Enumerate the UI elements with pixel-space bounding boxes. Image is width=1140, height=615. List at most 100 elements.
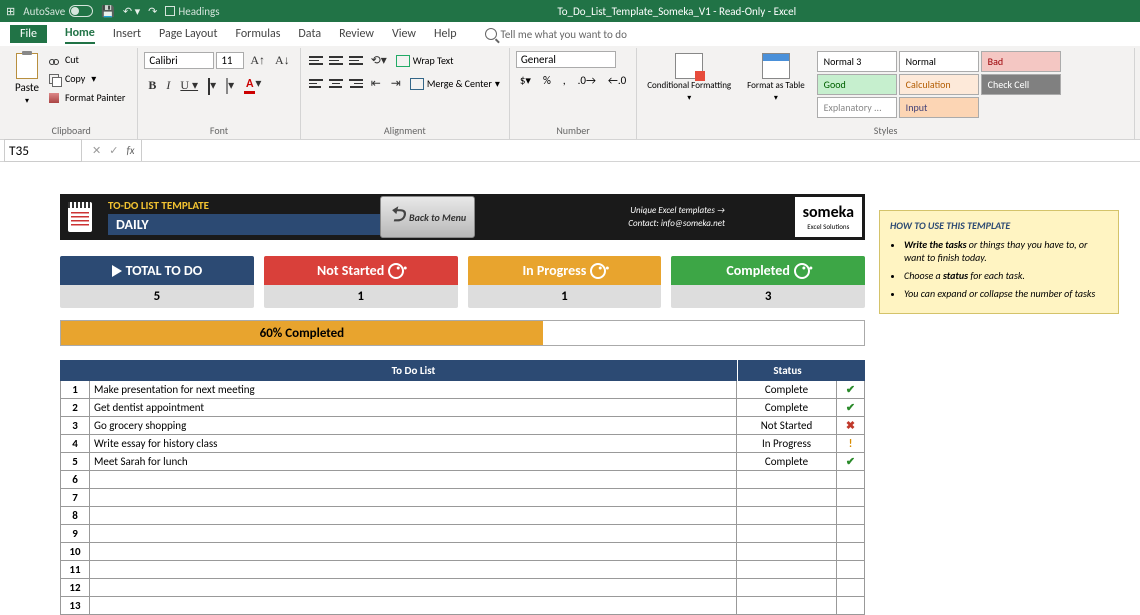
align-right-button[interactable]	[347, 76, 365, 92]
table-row[interactable]: 4Write essay for history classIn Progres…	[60, 435, 865, 453]
task-cell[interactable]	[90, 471, 737, 488]
style-cell[interactable]: Calculation	[899, 74, 979, 95]
decrease-decimal-button[interactable]: ←.0	[604, 72, 630, 89]
undo-icon[interactable]: ↶ ▾	[123, 5, 140, 18]
decrease-indent-button[interactable]: ⇤	[367, 74, 385, 93]
style-cell[interactable]: Normal	[899, 51, 979, 72]
table-row[interactable]: 2Get dentist appointmentComplete✔	[60, 399, 865, 417]
task-cell[interactable]: Meet Sarah for lunch	[90, 453, 737, 470]
align-top-button[interactable]	[307, 53, 325, 69]
style-cell[interactable]: Input	[899, 97, 979, 118]
bold-button[interactable]: B	[144, 76, 160, 95]
table-row[interactable]: 7	[60, 489, 865, 507]
task-cell[interactable]: Make presentation for next meeting	[90, 381, 737, 398]
orientation-button[interactable]: ⟲▾	[367, 51, 391, 70]
status-cell[interactable]	[737, 507, 837, 524]
style-cell[interactable]: Explanatory ...	[817, 97, 897, 118]
status-cell[interactable]: Not Started	[737, 417, 837, 434]
style-cell[interactable]: Good	[817, 74, 897, 95]
number-format-select[interactable]: General	[516, 51, 616, 68]
table-row[interactable]: 5Meet Sarah for lunchComplete✔	[60, 453, 865, 471]
percent-button[interactable]: %	[539, 72, 555, 89]
border-button[interactable]: ▾	[204, 76, 220, 95]
status-cell[interactable]	[737, 579, 837, 596]
paste-button[interactable]: Paste▾	[11, 51, 43, 108]
format-painter-button[interactable]: Format Painter	[46, 89, 131, 106]
fill-color-button[interactable]: ▾	[222, 76, 238, 95]
task-cell[interactable]	[90, 525, 737, 542]
app-grid-icon[interactable]: ⊞	[6, 5, 15, 18]
status-cell[interactable]	[737, 561, 837, 578]
style-cell[interactable]: Normal 3	[817, 51, 897, 72]
task-cell[interactable]: Go grocery shopping	[90, 417, 737, 434]
table-row[interactable]: 9	[60, 525, 865, 543]
align-middle-button[interactable]	[327, 53, 345, 69]
font-color-button[interactable]: A▾	[240, 74, 265, 96]
cell-styles-gallery[interactable]: Normal 3NormalBad GoodCalculationCheck Ce…	[817, 51, 1077, 118]
align-left-button[interactable]	[307, 76, 325, 92]
worksheet-area[interactable]: TO-DO LIST TEMPLATE DAILY ⮌ Back to Menu…	[0, 162, 1140, 615]
status-cell[interactable]: In Progress	[737, 435, 837, 452]
tab-home[interactable]: Home	[65, 24, 95, 44]
save-icon[interactable]: 💾	[101, 5, 115, 18]
tell-me-search[interactable]: Tell me what you want to do	[485, 28, 627, 41]
tab-view[interactable]: View	[392, 25, 416, 43]
formula-bar[interactable]	[141, 140, 1140, 161]
style-cell[interactable]: Check Cell	[981, 74, 1061, 95]
align-bottom-button[interactable]	[347, 53, 365, 69]
status-cell[interactable]	[737, 489, 837, 506]
table-row[interactable]: 11	[60, 561, 865, 579]
status-cell[interactable]: Complete	[737, 381, 837, 398]
back-to-menu-button[interactable]: ⮌ Back to Menu	[380, 196, 475, 238]
merge-center-button[interactable]: Merge & Center ▾	[407, 76, 503, 91]
task-cell[interactable]	[90, 543, 737, 560]
cut-button[interactable]: Cut	[46, 51, 131, 68]
wrap-text-button[interactable]: Wrap Text	[393, 53, 457, 68]
font-size-select[interactable]: 11	[216, 52, 244, 69]
status-cell[interactable]: Complete	[737, 399, 837, 416]
task-cell[interactable]	[90, 597, 737, 614]
table-row[interactable]: 13	[60, 597, 865, 615]
table-row[interactable]: 12	[60, 579, 865, 597]
enter-icon[interactable]: ✓	[109, 144, 118, 157]
underline-button[interactable]: U ▾	[176, 76, 202, 95]
tab-review[interactable]: Review	[339, 25, 374, 43]
task-cell[interactable]	[90, 579, 737, 596]
increase-indent-button[interactable]: ⇥	[387, 74, 405, 93]
tab-help[interactable]: Help	[434, 25, 457, 43]
task-cell[interactable]: Write essay for history class	[90, 435, 737, 452]
table-row[interactable]: 10	[60, 543, 865, 561]
table-row[interactable]: 1Make presentation for next meetingCompl…	[60, 381, 865, 399]
increase-font-icon[interactable]: A↑	[246, 51, 269, 70]
task-cell[interactable]	[90, 507, 737, 524]
table-row[interactable]: 3Go grocery shoppingNot Started✖	[60, 417, 865, 435]
table-row[interactable]: 6	[60, 471, 865, 489]
redo-icon[interactable]: ↷	[148, 5, 157, 18]
fx-icon[interactable]: fx	[126, 144, 134, 157]
accounting-format-button[interactable]: $▾	[516, 72, 535, 89]
tab-page-layout[interactable]: Page Layout	[159, 25, 217, 43]
tab-data[interactable]: Data	[298, 25, 321, 43]
increase-decimal-button[interactable]: .0→	[574, 72, 600, 89]
status-cell[interactable]	[737, 597, 837, 614]
copy-button[interactable]: Copy ▾	[46, 70, 131, 87]
task-cell[interactable]: Get dentist appointment	[90, 399, 737, 416]
cancel-icon[interactable]: ✕	[92, 144, 101, 157]
format-as-table-button[interactable]: Format as Table▾	[743, 51, 809, 105]
decrease-font-icon[interactable]: A↓	[271, 51, 294, 70]
task-cell[interactable]	[90, 489, 737, 506]
tab-file[interactable]: File	[10, 25, 47, 43]
italic-button[interactable]: I	[162, 76, 174, 95]
status-cell[interactable]	[737, 471, 837, 488]
style-cell[interactable]: Bad	[981, 51, 1061, 72]
align-center-button[interactable]	[327, 76, 345, 92]
comma-button[interactable]: ,	[559, 72, 570, 89]
status-cell[interactable]	[737, 543, 837, 560]
font-name-select[interactable]: Calibri	[144, 52, 214, 69]
status-cell[interactable]: Complete	[737, 453, 837, 470]
task-cell[interactable]	[90, 561, 737, 578]
headings-checkbox[interactable]: Headings	[165, 5, 219, 18]
tab-insert[interactable]: Insert	[113, 25, 141, 43]
tab-formulas[interactable]: Formulas	[235, 25, 280, 43]
autosave-toggle[interactable]: AutoSave	[23, 5, 93, 18]
